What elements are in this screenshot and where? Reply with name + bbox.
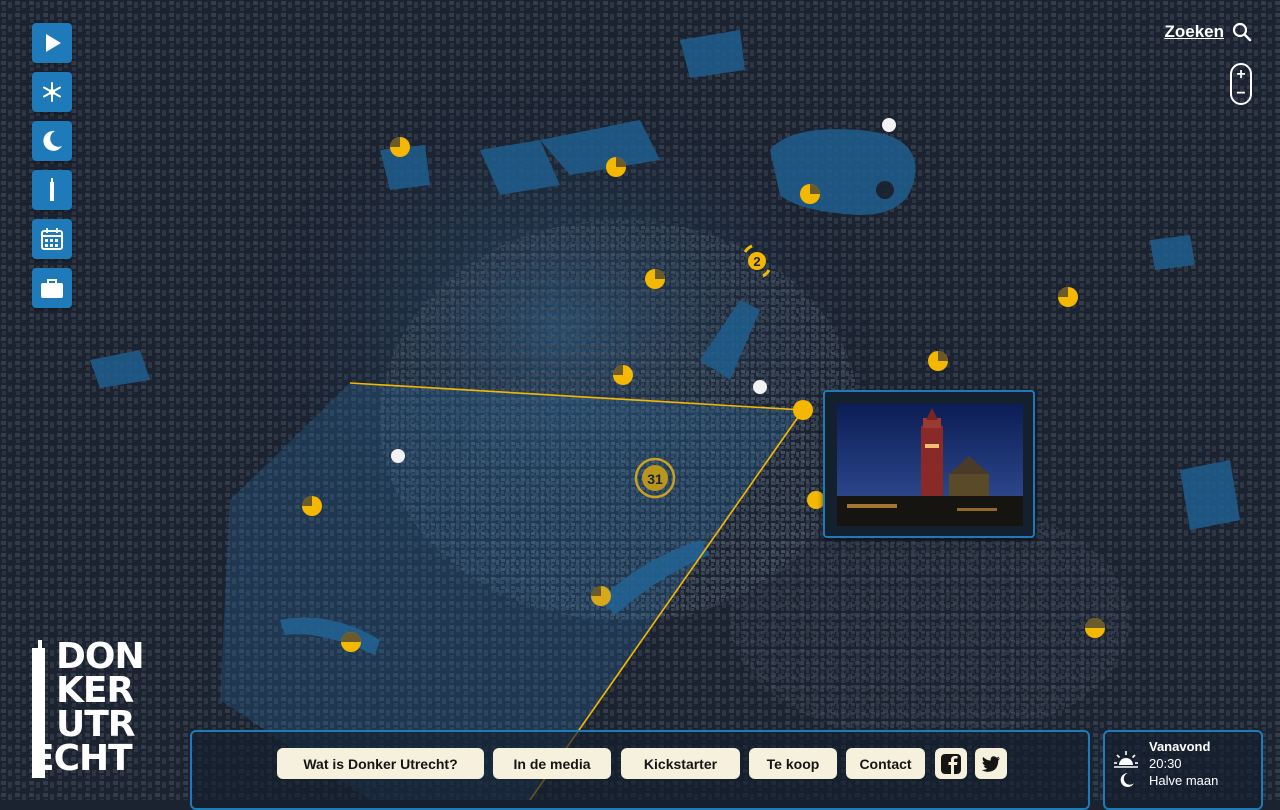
cluster-count: 2 (753, 254, 760, 269)
nav-about-button[interactable]: Wat is Donker Utrecht? (277, 748, 484, 779)
weather-time: 20:30 (1149, 756, 1182, 771)
briefcase-icon (41, 279, 63, 298)
search-label: Zoeken (1164, 22, 1224, 41)
logo-wordmark: DON KER UTR ECHT (30, 636, 145, 777)
nav-kickstarter-button[interactable]: Kickstarter (621, 748, 740, 779)
map-marker[interactable] (1058, 287, 1078, 307)
map-marker-white[interactable] (391, 449, 405, 463)
twitter-button[interactable] (975, 748, 1007, 779)
briefcase-button[interactable] (32, 268, 72, 308)
weather-widget: Vanavond 20:30 Halve maan (1103, 730, 1263, 810)
calendar-icon (41, 228, 63, 250)
map-marker-white[interactable] (753, 380, 767, 394)
sunset-icon (1114, 751, 1138, 768)
zoom-control: + − (1230, 63, 1252, 105)
map-marker[interactable] (1085, 618, 1105, 638)
nav-media-button[interactable]: In de media (493, 748, 611, 779)
map-marker[interactable] (928, 351, 948, 371)
zoom-out-button[interactable]: − (1236, 85, 1245, 101)
cluster-count: 31 (647, 471, 663, 487)
map-marker-white[interactable] (882, 118, 896, 132)
moon-phase-icon (1120, 772, 1134, 787)
search-button[interactable]: Zoeken (1164, 22, 1252, 42)
city-map[interactable]: 2 31 (0, 0, 1280, 800)
map-marker[interactable] (645, 269, 665, 289)
moon-icon (43, 130, 62, 151)
calendar-button[interactable] (32, 219, 72, 259)
nav-forsale-button[interactable]: Te koop (749, 748, 837, 779)
twitter-icon (981, 755, 1000, 772)
zoom-in-button[interactable]: + (1236, 66, 1245, 82)
winter-button[interactable] (32, 72, 72, 112)
play-icon (46, 34, 61, 52)
play-button[interactable] (32, 23, 72, 63)
logo-line: DON (56, 636, 145, 677)
tower-button[interactable] (32, 170, 72, 210)
logo-line: UTR (56, 704, 136, 745)
dom-tower-photo (837, 404, 1023, 526)
map-marker[interactable] (302, 496, 322, 516)
location-popup[interactable] (823, 390, 1035, 538)
map-marker[interactable] (341, 632, 361, 652)
map-marker[interactable] (390, 137, 410, 157)
moon-phase-text: Halve maan (1149, 773, 1219, 788)
facebook-icon (941, 753, 961, 774)
map-marker-selected[interactable] (793, 400, 813, 420)
map-marker[interactable] (606, 157, 626, 177)
nav-contact-button[interactable]: Contact (846, 748, 925, 779)
facebook-button[interactable] (935, 748, 967, 779)
map-marker[interactable] (800, 184, 820, 204)
snowflake-icon (43, 82, 61, 102)
map-marker[interactable] (591, 586, 611, 606)
tower-icon (50, 178, 54, 201)
search-icon (1232, 22, 1252, 42)
weather-label: Vanavond (1149, 739, 1211, 754)
map-marker[interactable] (613, 365, 633, 385)
logo-line: ECHT (30, 738, 133, 779)
night-button[interactable] (32, 121, 72, 161)
footer-nav: Wat is Donker Utrecht? In de media Kicks… (190, 730, 1090, 810)
logo-line: KER (56, 670, 134, 711)
